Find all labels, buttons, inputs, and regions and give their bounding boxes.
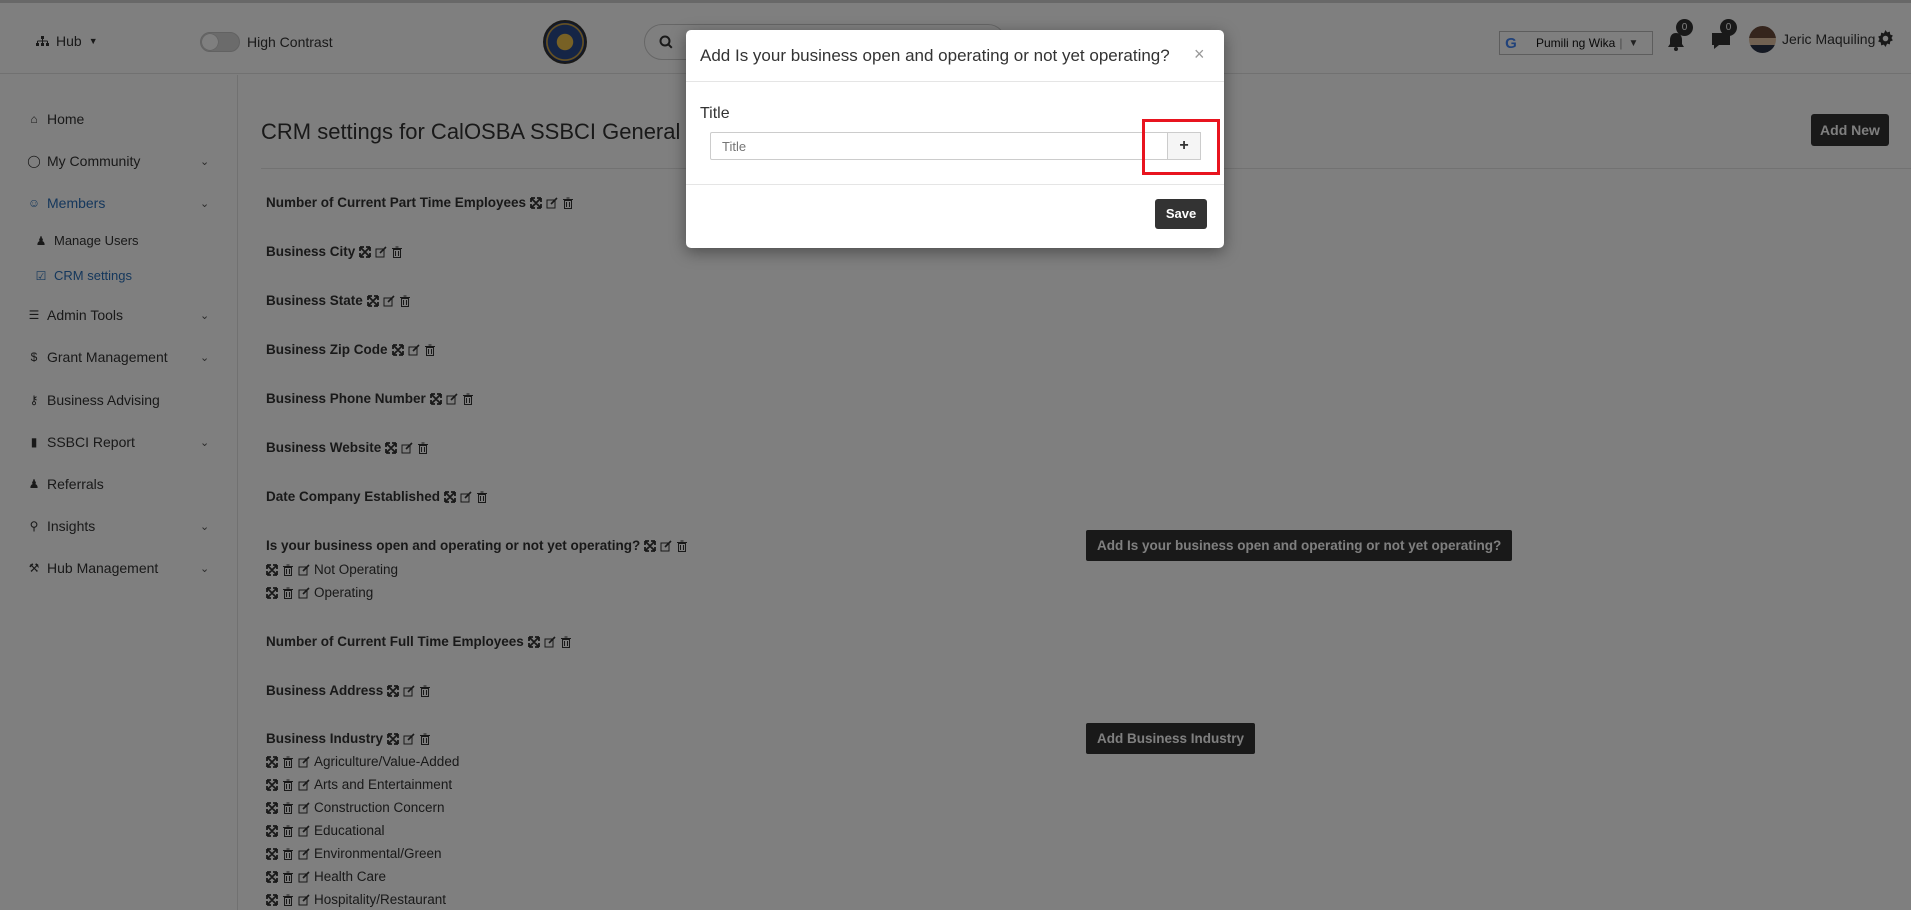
close-icon[interactable]: × xyxy=(1194,44,1205,65)
title-input[interactable] xyxy=(710,132,1168,160)
divider xyxy=(686,184,1224,185)
divider xyxy=(686,81,1224,82)
add-option-modal: Add Is your business open and operating … xyxy=(686,30,1224,248)
title-label: Title xyxy=(700,105,730,122)
modal-title: Add Is your business open and operating … xyxy=(700,46,1170,65)
save-button[interactable]: Save xyxy=(1155,199,1207,229)
highlight-box xyxy=(1142,119,1220,175)
